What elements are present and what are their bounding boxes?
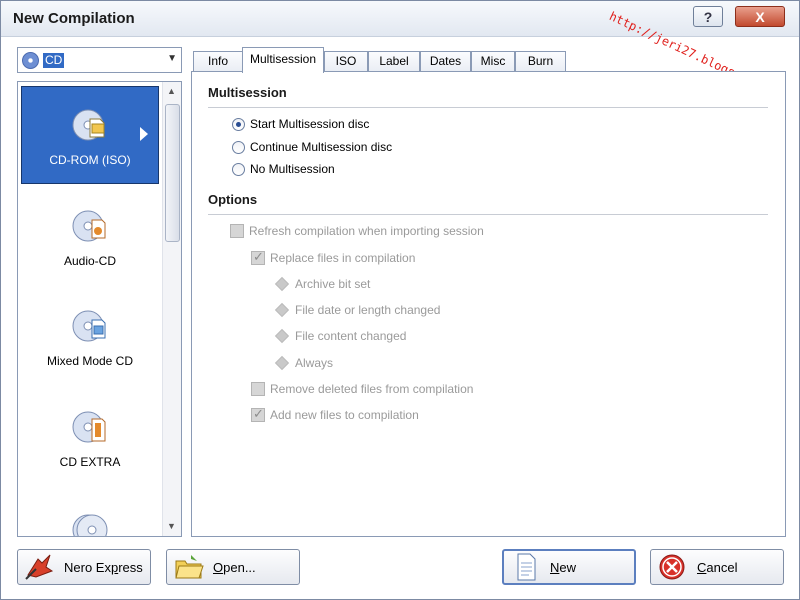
radio-content-changed[interactable]: File content changed [274,328,407,344]
checkbox-refresh-compilation[interactable]: Refresh compilation when importing sessi… [230,224,484,238]
checkbox-label: Add new files to compilation [270,408,419,422]
nero-express-button[interactable]: Nero Express [17,549,151,585]
checkbox-checked-icon[interactable] [251,249,265,265]
list-item-partial[interactable] [21,492,159,536]
radio-label: Archive bit set [295,277,371,291]
list-item-audio-cd[interactable]: Audio-CD [21,188,159,286]
new-button[interactable]: New [502,549,636,585]
help-icon: ? [703,8,713,25]
radio-label: Always [295,356,334,370]
radio-continue-multisession[interactable]: Continue Multisession disc [232,140,392,154]
nero-express-icon [25,554,54,580]
cancel-icon [659,554,685,580]
radio-always[interactable]: Always [274,355,334,371]
scroll-down-icon[interactable]: ▼ [167,521,176,531]
disc-icon [22,52,39,69]
cd-rom-iso-icon [72,109,105,141]
list-scrollbar[interactable]: ▲ ▼ [162,82,181,536]
options-heading: Options [208,192,258,207]
list-item-label: CD EXTRA [59,455,121,469]
dvd-icon [72,514,108,536]
list-item-cd-rom-iso[interactable]: CD-ROM (ISO) [21,86,159,184]
tab-label[interactable]: Label [368,51,420,72]
radio-start-multisession[interactable]: Start Multisession disc [232,117,369,131]
checkbox-add-new-files[interactable]: Add new files to compilation [251,406,419,422]
tab-info[interactable]: Info [193,51,243,72]
chevron-down-icon[interactable]: ▼ [167,53,177,64]
radio-date-length-changed[interactable]: File date or length changed [274,302,441,318]
window-title: New Compilation [13,10,135,27]
section-divider [208,107,768,108]
checkbox-label: Remove deleted files from compilation [270,382,474,396]
media-type-dropdown[interactable]: CD ▼ [17,47,182,73]
list-item-label: Audio-CD [63,254,117,268]
close-icon: X [755,8,765,25]
new-document-icon [517,553,536,581]
radio-label: Continue Multisession disc [250,140,393,154]
selected-arrow-icon [140,127,148,141]
folder-open-icon [175,555,204,579]
scroll-up-icon[interactable]: ▲ [167,86,176,96]
checkbox-label: Refresh compilation when importing sessi… [249,224,484,238]
tab-iso[interactable]: ISO [324,51,368,72]
checkbox-icon[interactable] [251,382,265,396]
help-button[interactable]: ? [693,6,723,27]
multisession-heading: Multisession [208,85,287,100]
checkbox-remove-deleted[interactable]: Remove deleted files from compilation [251,382,473,396]
media-type-value: CD [43,53,65,68]
radio-icon[interactable] [232,162,245,176]
list-item-label: Mixed Mode CD [46,354,134,368]
diamond-radio-icon[interactable] [274,355,290,371]
section-divider [208,214,768,215]
tab-multisession[interactable]: Multisession [242,47,324,73]
button-label: Open... [213,559,256,575]
mixed-mode-cd-icon [72,310,106,342]
checkbox-label: Replace files in compilation [270,251,416,265]
button-label: Nero Express [64,559,143,575]
radio-archive-bit[interactable]: Archive bit set [274,276,371,292]
open-button[interactable]: Open... [166,549,300,585]
checkbox-icon[interactable] [230,224,244,238]
radio-label: File content changed [295,329,407,343]
tab-dates[interactable]: Dates [420,51,471,72]
diamond-radio-icon[interactable] [274,276,290,292]
radio-label: No Multisession [250,162,335,176]
multisession-tab-panel: Multisession Start Multisession disc Con… [191,71,786,537]
list-item-label: CD-ROM (ISO) [49,153,131,167]
radio-icon[interactable] [232,140,245,154]
diamond-radio-icon[interactable] [274,302,290,318]
diamond-radio-icon[interactable] [274,328,290,344]
cd-extra-icon [72,411,106,443]
compilation-type-list: CD-ROM (ISO) Audio-CD Mixed Mode CD CD E… [17,81,182,537]
radio-selected-icon[interactable] [232,117,245,131]
button-label: Cancel [697,559,738,575]
title-bar: New Compilation ? X [1,1,799,37]
new-compilation-window: New Compilation ? X http://jeri27.blogsp… [0,0,800,600]
list-item-mixed-mode-cd[interactable]: Mixed Mode CD [21,288,159,386]
scroll-thumb[interactable] [165,104,180,242]
radio-label: Start Multisession disc [250,117,370,131]
checkbox-replace-files[interactable]: Replace files in compilation [251,249,416,265]
close-button[interactable]: X [735,6,785,27]
list-item-cd-extra[interactable]: CD EXTRA [21,389,159,487]
tab-misc[interactable]: Misc [471,51,515,72]
audio-cd-icon [72,210,106,242]
radio-label: File date or length changed [295,303,441,317]
cancel-button[interactable]: Cancel [650,549,784,585]
tab-burn[interactable]: Burn [515,51,566,72]
checkbox-checked-icon[interactable] [251,406,265,422]
button-label: New [550,559,577,575]
radio-no-multisession[interactable]: No Multisession [232,162,335,176]
